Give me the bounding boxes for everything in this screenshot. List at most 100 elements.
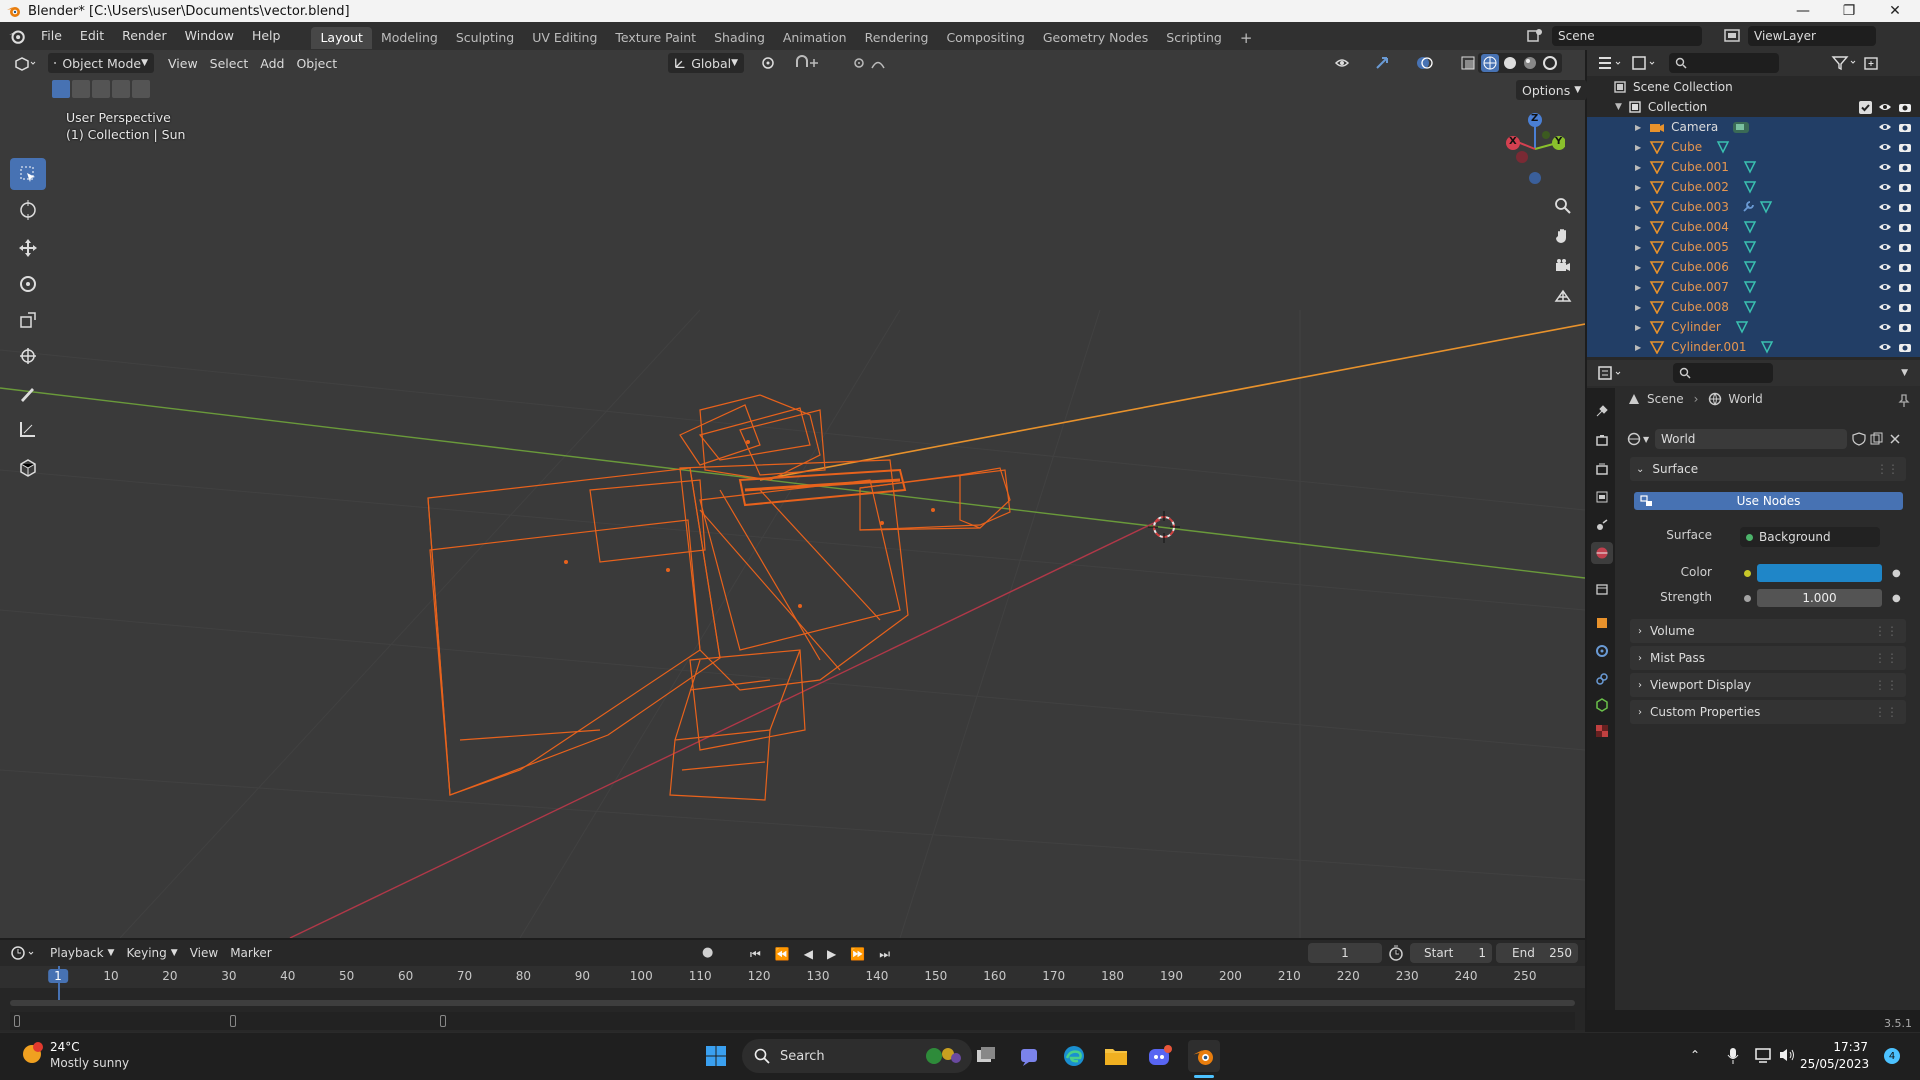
clock-time[interactable]: 17:37: [1808, 1040, 1868, 1054]
solid-shading-icon[interactable]: [1501, 54, 1519, 72]
pin-icon[interactable]: [1898, 394, 1910, 408]
tab-modeling[interactable]: Modeling: [372, 27, 447, 49]
eye-icon[interactable]: [1878, 101, 1892, 113]
start-frame-field[interactable]: Start 1: [1410, 943, 1492, 963]
eye-icon[interactable]: [1878, 121, 1892, 133]
clock-date[interactable]: 25/05/2023: [1800, 1057, 1869, 1071]
outliner-item-cylinder[interactable]: ▶ Cylinder: [1587, 317, 1920, 337]
zoom-icon[interactable]: [1548, 191, 1578, 221]
view-layer-tab-icon[interactable]: [1591, 486, 1613, 508]
blender-menu-icon[interactable]: [8, 27, 26, 45]
menu-object[interactable]: Object: [290, 53, 343, 73]
timeline-editor-icon[interactable]: [10, 944, 38, 962]
constraints-tab-icon[interactable]: [1591, 668, 1613, 690]
surface-shader-field[interactable]: Background: [1740, 527, 1880, 547]
expand-arrow-icon[interactable]: ▶: [1635, 323, 1641, 332]
expand-arrow-icon[interactable]: ▶: [1635, 203, 1641, 212]
drag-handle-icon[interactable]: ⋮⋮: [1876, 462, 1899, 476]
mesh-data-icon[interactable]: [1743, 260, 1757, 274]
expand-arrow-icon[interactable]: ▶: [1635, 163, 1641, 172]
tray-overflow-icon[interactable]: ⌃: [1690, 1048, 1700, 1062]
minimize-button[interactable]: —: [1780, 0, 1826, 22]
properties-search[interactable]: [1673, 363, 1773, 383]
outliner-editor-icon[interactable]: [1597, 54, 1625, 72]
collection-tab-icon[interactable]: [1591, 578, 1613, 600]
fake-user-shield-icon[interactable]: [1851, 432, 1867, 446]
timeline-scrollbar[interactable]: [10, 1000, 1575, 1006]
expand-arrow-icon[interactable]: ▶: [1635, 243, 1641, 252]
menu-add[interactable]: Add: [254, 53, 290, 73]
eye-icon[interactable]: [1878, 281, 1892, 293]
mesh-data-icon[interactable]: [1743, 180, 1757, 194]
drag-handle-icon[interactable]: ⋮⋮: [1874, 624, 1898, 638]
color-socket-icon[interactable]: [1744, 570, 1751, 577]
3d-viewport[interactable]: User Perspective (1) Collection | Sun Z …: [0, 50, 1585, 938]
keyframe-dot-icon[interactable]: ●: [1892, 568, 1901, 579]
world-tab-icon[interactable]: [1591, 542, 1613, 564]
render-camera-icon[interactable]: [1898, 221, 1912, 233]
expand-arrow-icon[interactable]: ▶: [1635, 343, 1641, 352]
eye-icon[interactable]: [1878, 141, 1892, 153]
physics-tab-icon[interactable]: [1591, 640, 1613, 662]
mesh-data-icon[interactable]: [1743, 280, 1757, 294]
tab-uv-editing[interactable]: UV Editing: [523, 27, 606, 49]
volume-panel-header[interactable]: › Volume ⋮⋮: [1630, 619, 1906, 643]
eye-icon[interactable]: [1878, 241, 1892, 253]
tab-sculpting[interactable]: Sculpting: [447, 27, 523, 49]
windows-start-icon[interactable]: [700, 1040, 732, 1072]
rendered-shading-icon[interactable]: [1541, 54, 1559, 72]
move-tool[interactable]: [10, 232, 46, 264]
tab-rendering[interactable]: Rendering: [856, 27, 938, 49]
right-handle-icon[interactable]: [440, 1015, 446, 1027]
expand-arrow-icon[interactable]: ▶: [1635, 223, 1641, 232]
record-icon[interactable]: ●: [702, 945, 713, 960]
select-intersect-icon[interactable]: [132, 80, 150, 98]
navigation-gizmo[interactable]: Z Y X: [1495, 105, 1566, 185]
expand-arrow-icon[interactable]: ▶: [1635, 263, 1641, 272]
render-camera-icon[interactable]: [1898, 101, 1912, 113]
select-invert-icon[interactable]: [112, 80, 130, 98]
next-keyframe-icon[interactable]: ⏩: [844, 944, 871, 964]
strength-field[interactable]: 1.000: [1757, 589, 1882, 607]
add-workspace-button[interactable]: +: [1231, 27, 1262, 49]
surface-panel-header[interactable]: ⌄ Surface ⋮⋮: [1630, 457, 1906, 481]
eye-icon[interactable]: [1878, 301, 1892, 313]
scale-tool[interactable]: [10, 304, 46, 336]
new-collection-icon[interactable]: [1863, 55, 1881, 71]
restore-button[interactable]: ❐: [1826, 0, 1872, 22]
modifier-wrench-icon[interactable]: [1741, 200, 1755, 214]
color-swatch[interactable]: [1757, 564, 1882, 582]
file-explorer-icon[interactable]: [1100, 1040, 1132, 1072]
outliner-item-camera[interactable]: ▶ Camera: [1587, 117, 1920, 137]
world-name-field[interactable]: World: [1655, 429, 1847, 449]
eye-icon[interactable]: [1878, 221, 1892, 233]
render-camera-icon[interactable]: [1898, 161, 1912, 173]
properties-options-chevron-icon[interactable]: ▼: [1901, 368, 1908, 378]
render-camera-icon[interactable]: [1898, 141, 1912, 153]
edge-browser-icon[interactable]: [1058, 1040, 1090, 1072]
collapse-chevron-icon[interactable]: ▼: [1615, 102, 1622, 112]
menu-window[interactable]: Window: [176, 22, 243, 50]
drag-handle-icon[interactable]: ⋮⋮: [1874, 678, 1898, 692]
current-frame-field[interactable]: 1: [1308, 943, 1382, 963]
stopwatch-icon[interactable]: [1388, 945, 1404, 961]
mid-handle-icon[interactable]: [230, 1015, 236, 1027]
mesh-data-icon[interactable]: [1759, 200, 1773, 214]
volume-icon[interactable]: [1778, 1047, 1796, 1063]
close-window-button[interactable]: ✕: [1872, 0, 1918, 22]
outliner-item-cube-007[interactable]: ▶ Cube.007: [1587, 277, 1920, 297]
scene-field[interactable]: Scene: [1552, 26, 1702, 46]
render-camera-icon[interactable]: [1898, 181, 1912, 193]
expand-arrow-icon[interactable]: ▶: [1635, 283, 1641, 292]
duplicate-icon[interactable]: [1869, 432, 1885, 446]
microphone-icon[interactable]: [1726, 1047, 1740, 1065]
proportional-edit-icon[interactable]: [846, 53, 898, 73]
expand-arrow-icon[interactable]: ▶: [1635, 183, 1641, 192]
outliner-scene-collection-row[interactable]: Scene Collection: [1587, 77, 1920, 97]
menu-view[interactable]: View: [162, 53, 204, 73]
use-nodes-button[interactable]: Use Nodes: [1634, 492, 1903, 510]
strength-socket-icon[interactable]: [1744, 595, 1751, 602]
teams-chat-icon[interactable]: [1014, 1040, 1046, 1072]
annotate-tool[interactable]: [10, 378, 46, 410]
eye-icon[interactable]: [1878, 201, 1892, 213]
